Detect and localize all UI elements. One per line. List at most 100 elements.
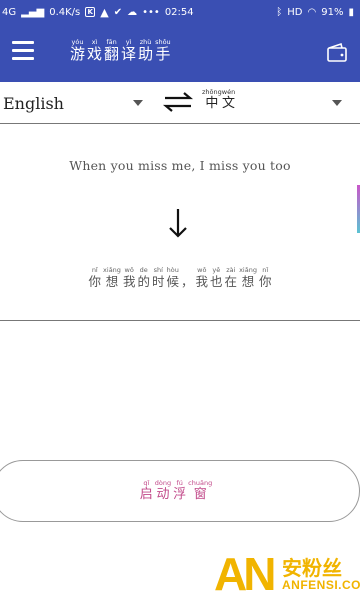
start-float-window-button[interactable]: qǐ 启 dòng 动 fú 浮 chuāng 窗 bbox=[0, 460, 360, 522]
wallet-icon bbox=[327, 42, 347, 62]
title-char: shǒu 手 bbox=[155, 38, 171, 62]
hanzi: 文 bbox=[221, 96, 235, 111]
hanzi: 启 bbox=[139, 487, 153, 502]
hanzi: 候 bbox=[166, 274, 179, 289]
title-char: yì 译 bbox=[121, 38, 136, 62]
target-language-char: zhōng 中 bbox=[202, 88, 222, 112]
source-dropdown-arrow-icon[interactable] bbox=[133, 100, 143, 106]
swap-arrows-icon bbox=[162, 92, 194, 112]
check-icon: ✔ bbox=[113, 6, 123, 18]
more-notifications-icon: ••• bbox=[142, 6, 160, 18]
pinyin: wǒ bbox=[124, 266, 134, 274]
watermark-en: ANFENSI.COM bbox=[282, 578, 360, 592]
pinyin: de bbox=[139, 266, 148, 274]
float-button-char: dòng 动 bbox=[155, 479, 171, 503]
float-button-char: qǐ 启 bbox=[140, 479, 153, 503]
result-char: shí 时 bbox=[152, 266, 165, 290]
hanzi: 译 bbox=[121, 45, 137, 63]
network-type: 4G bbox=[2, 6, 17, 18]
hanzi: 浮 bbox=[173, 487, 187, 502]
pinyin: dòng bbox=[154, 479, 172, 487]
hanzi: 手 bbox=[155, 45, 171, 63]
result-char: zài 在 bbox=[225, 266, 238, 290]
hanzi: 想 bbox=[105, 274, 119, 289]
watermark-logo: AN 安粉丝 ANFENSI.COM bbox=[214, 548, 360, 600]
hamburger-menu-icon bbox=[12, 41, 34, 60]
pinyin: chuāng bbox=[188, 479, 213, 487]
hanzi: 翻 bbox=[104, 45, 120, 63]
title-char: xì 戏 bbox=[87, 38, 102, 62]
pinyin: xiǎng bbox=[239, 266, 257, 274]
pinyin: xiǎng bbox=[103, 266, 121, 274]
source-language-select[interactable]: English bbox=[3, 94, 64, 113]
language-selector-row: English zhōng 中 wén 文 bbox=[0, 82, 360, 124]
hanzi: 我 bbox=[195, 274, 209, 289]
hanzi: 戏 bbox=[87, 45, 103, 63]
k-app-icon: K bbox=[85, 7, 96, 17]
status-bar: 4G ▂▄▆ 0.4K/s K ▲ ✔ ☁ ••• 02:54 ᛒ HD ◠ 9… bbox=[0, 0, 360, 24]
hd-label: HD bbox=[287, 6, 303, 18]
pinyin: hòu bbox=[166, 266, 179, 274]
pinyin: qǐ bbox=[143, 479, 150, 487]
menu-button[interactable] bbox=[12, 41, 34, 61]
battery-percent: 91% bbox=[321, 6, 344, 18]
title-char: yóu 游 bbox=[70, 38, 85, 62]
divider-bottom bbox=[0, 320, 360, 321]
target-language-char: wén 文 bbox=[222, 88, 235, 112]
pinyin: nǐ bbox=[262, 266, 269, 274]
float-button-char: chuāng 窗 bbox=[188, 479, 212, 503]
app-title: yóu 游 xì 戏 fān 翻 yì 译 zhù 助 shǒu 手 bbox=[70, 38, 173, 62]
source-text: When you miss me, I miss you too bbox=[69, 158, 291, 173]
watermark-cn: 安粉丝 bbox=[282, 556, 342, 580]
hanzi: 助 bbox=[138, 45, 154, 63]
pinyin: zài bbox=[226, 266, 236, 274]
swap-languages-button[interactable] bbox=[162, 91, 194, 113]
target-dropdown-arrow-icon[interactable] bbox=[332, 100, 342, 106]
result-char: wǒ 我 bbox=[123, 266, 136, 290]
battery-icon: ▮ bbox=[348, 6, 354, 18]
result-char: nǐ 你 bbox=[259, 266, 272, 290]
hanzi: 我 bbox=[122, 274, 136, 289]
title-char: fān 翻 bbox=[104, 38, 119, 62]
result-char: hòu 候 bbox=[166, 266, 179, 290]
result-char: nǐ 你 bbox=[89, 266, 102, 290]
pinyin: fú bbox=[176, 479, 183, 487]
signal-icon: ▂▄▆ bbox=[21, 6, 45, 18]
down-arrow-icon bbox=[169, 209, 187, 238]
result-char: wǒ 我 bbox=[196, 266, 209, 290]
hanzi: 你 bbox=[88, 274, 102, 289]
hanzi: 在 bbox=[224, 274, 238, 289]
hanzi: 时 bbox=[151, 274, 165, 289]
title-char: zhù 助 bbox=[138, 38, 153, 62]
wifi-icon: ◠ bbox=[307, 6, 317, 18]
wallet-button[interactable] bbox=[326, 41, 348, 63]
watermark-an: AN bbox=[214, 548, 276, 600]
divider-top bbox=[0, 123, 360, 124]
target-language-select[interactable]: zhōng 中 wén 文 bbox=[202, 88, 235, 112]
hanzi: 你 bbox=[258, 274, 272, 289]
result-char: de 的 bbox=[137, 266, 150, 290]
hanzi: ， bbox=[181, 274, 194, 289]
pinyin bbox=[186, 266, 188, 274]
pinyin: zhōng bbox=[202, 88, 222, 96]
pinyin: nǐ bbox=[91, 266, 98, 274]
app-bar: yóu 游 xì 戏 fān 翻 yì 译 zhù 助 shǒu 手 bbox=[0, 24, 360, 82]
float-button-char: fú 浮 bbox=[173, 479, 186, 503]
clock: 02:54 bbox=[164, 6, 194, 18]
hanzi: 的 bbox=[137, 274, 150, 289]
pinyin: wǒ bbox=[197, 266, 207, 274]
warning-icon: ▲ bbox=[100, 5, 109, 19]
hanzi: 中 bbox=[205, 96, 219, 111]
pinyin: shí bbox=[153, 266, 163, 274]
pinyin: wén bbox=[221, 88, 236, 96]
result-char: ， bbox=[181, 266, 194, 290]
result-char: xiǎng 想 bbox=[239, 266, 257, 290]
hanzi: 想 bbox=[241, 274, 255, 289]
translated-text: nǐ 你 xiǎng 想 wǒ 我 de 的 shí 时 hòu 候 ， wǒ 我 yě 也 zài 在 xiǎng… bbox=[0, 266, 360, 290]
hanzi: 窗 bbox=[193, 487, 207, 502]
cloud-icon: ☁ bbox=[127, 6, 138, 18]
network-speed: 0.4K/s bbox=[49, 6, 81, 18]
bluetooth-icon: ᛒ bbox=[276, 6, 283, 18]
result-char: xiǎng 想 bbox=[103, 266, 121, 290]
result-char: yě 也 bbox=[210, 266, 223, 290]
